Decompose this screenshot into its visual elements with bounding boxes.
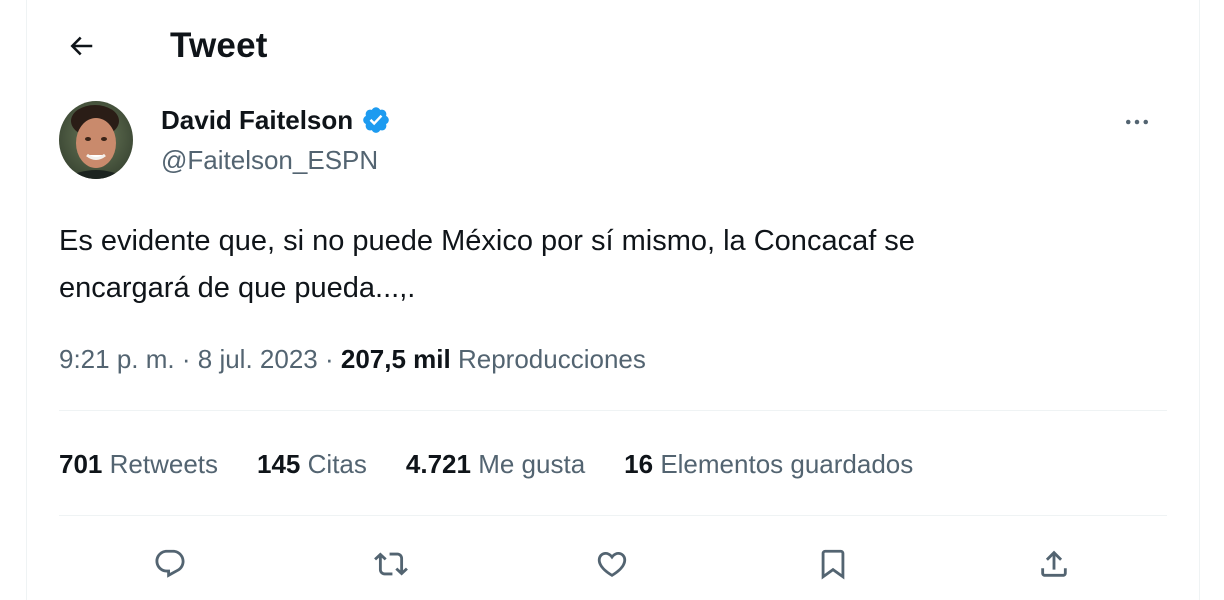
stat-count: 16 <box>624 449 654 479</box>
more-horizontal-icon <box>1126 119 1148 125</box>
page-title: Tweet <box>170 26 268 65</box>
stat-count: 4.721 <box>405 449 471 479</box>
stat-label: Me gusta <box>478 449 586 479</box>
share-button[interactable] <box>1032 542 1076 586</box>
arrow-left-icon <box>70 36 93 56</box>
tweet-time[interactable]: 9:21 p. m. <box>59 344 175 374</box>
verified-badge-icon <box>363 107 389 133</box>
tweet-date[interactable]: 8 jul. 2023 <box>198 344 318 374</box>
author-avatar-image <box>59 101 133 179</box>
like-button[interactable] <box>590 542 634 586</box>
more-options-button[interactable] <box>1117 102 1157 142</box>
author-name-row[interactable]: David Faitelson <box>161 103 391 137</box>
stat-retweets[interactable]: 701 Retweets <box>59 446 218 482</box>
engagement-stats: 701 Retweets 145 Citas 4.721 Me gusta 16… <box>59 446 952 482</box>
share-icon <box>1041 550 1067 577</box>
tweet-text: Es evidente que, si no puede México por … <box>59 218 1159 312</box>
retweet-button[interactable] <box>369 542 413 586</box>
retweet-icon <box>374 552 408 576</box>
stat-bookmarks[interactable]: 16 Elementos guardados <box>624 446 913 482</box>
meta-separator: · <box>181 344 191 374</box>
stat-label: Elementos guardados <box>660 449 914 479</box>
tweet-text-line: encargará de que pueda...,. <box>59 272 416 304</box>
bookmark-icon <box>821 549 845 580</box>
back-button[interactable] <box>61 26 101 66</box>
views-count: 207,5 mil <box>340 344 451 374</box>
page-header: Tweet <box>27 0 1199 92</box>
avatar[interactable] <box>59 101 133 179</box>
divider <box>59 515 1167 516</box>
reply-icon <box>155 549 185 578</box>
stat-count: 701 <box>59 449 103 479</box>
tweet-metadata: 9:21 p. m. · 8 jul. 2023 · 207,5 mil Rep… <box>59 340 646 378</box>
divider <box>59 410 1167 411</box>
bookmark-button[interactable] <box>811 542 855 586</box>
like-icon <box>597 551 627 577</box>
tweet-text-line: Es evidente que, si no puede México por … <box>59 225 915 257</box>
author-name: David Faitelson <box>161 105 354 135</box>
stat-likes[interactable]: 4.721 Me gusta <box>406 446 585 482</box>
stat-label: Retweets <box>109 449 219 479</box>
stat-label: Citas <box>307 449 367 479</box>
stat-count: 145 <box>257 449 301 479</box>
tweet-page: Tweet David Faitelson @Faitelson_ESPN Es… <box>26 0 1200 600</box>
views-label: Reproducciones <box>457 344 646 374</box>
reply-button[interactable] <box>148 542 192 586</box>
author-handle[interactable]: @Faitelson_ESPN <box>161 143 378 177</box>
meta-separator: · <box>324 344 334 374</box>
stat-quotes[interactable]: 145 Citas <box>257 446 367 482</box>
